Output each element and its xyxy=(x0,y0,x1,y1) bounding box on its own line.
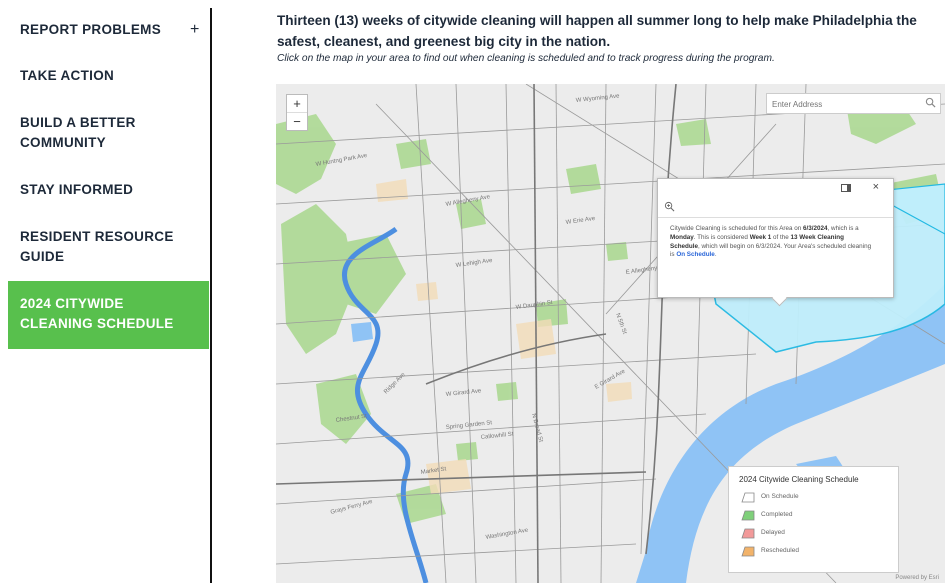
nav-stay-informed-label: STAY INFORMED xyxy=(20,182,134,197)
sidebar-nav: REPORT PROBLEMS + TAKE ACTION BUILD A BE… xyxy=(0,0,210,583)
nav-take-action-label: TAKE ACTION xyxy=(20,68,115,83)
zoom-in-button[interactable]: + xyxy=(287,95,307,112)
legend-label: Completed xyxy=(761,511,793,518)
popup-text: . xyxy=(714,251,717,259)
address-search[interactable] xyxy=(766,93,941,114)
legend-swatch-icon xyxy=(741,528,755,539)
nav-stay-informed[interactable]: STAY INFORMED xyxy=(20,180,133,200)
nav-cleaning-schedule-active[interactable]: 2024 CITYWIDE CLEANING SCHEDULE xyxy=(8,281,209,349)
nav-active-label-1: 2024 CITYWIDE xyxy=(20,296,124,311)
popup-text: . This is considered xyxy=(693,233,750,241)
zoom-out-button[interactable]: − xyxy=(287,112,307,130)
legend-label: Delayed xyxy=(761,529,785,536)
legend-label: On Schedule xyxy=(761,493,799,500)
nav-active-label-2: CLEANING SCHEDULE xyxy=(20,316,174,331)
nav-resource-label-2: GUIDE xyxy=(20,249,65,264)
intro-line-2: safest, cleanest, and greenest big city … xyxy=(277,34,611,49)
sidebar-divider xyxy=(210,8,212,583)
search-icon[interactable] xyxy=(925,97,936,108)
legend-swatch-icon xyxy=(741,546,755,557)
nav-build-label-2: COMMUNITY xyxy=(20,135,106,150)
popup-body: Citywide Cleaning is scheduled for this … xyxy=(670,225,875,260)
legend-swatch-icon xyxy=(741,510,755,521)
dock-icon[interactable] xyxy=(841,184,851,192)
popup-header: × xyxy=(658,179,893,197)
intro-heading: Thirteen (13) weeks of citywide cleaning… xyxy=(277,10,945,52)
nav-build-label-1: BUILD A BETTER xyxy=(20,115,136,130)
popup-divider xyxy=(658,217,893,218)
nav-resident-resource-guide[interactable]: RESIDENT RESOURCE GUIDE xyxy=(20,227,174,267)
popup-text: , which is a xyxy=(827,225,859,232)
nav-report-problems[interactable]: REPORT PROBLEMS + xyxy=(20,20,199,40)
popup-day: Monday xyxy=(670,233,694,241)
nav-build-better-community[interactable]: BUILD A BETTER COMMUNITY xyxy=(20,113,136,153)
legend-label: Rescheduled xyxy=(761,547,799,554)
nav-resource-label-1: RESIDENT RESOURCE xyxy=(20,229,174,244)
popup-text: of the xyxy=(771,233,791,241)
zoom-control: + − xyxy=(286,94,308,131)
expand-plus-icon[interactable]: + xyxy=(190,20,200,40)
cleaning-schedule-map[interactable]: W Huntng Park Ave W Allegheny Ave W Erie… xyxy=(276,84,945,583)
area-info-popup: × Citywide Cleaning is scheduled for thi… xyxy=(657,178,894,307)
intro-line-1: Thirteen (13) weeks of citywide cleaning… xyxy=(277,13,917,28)
zoom-to-icon[interactable] xyxy=(664,201,675,212)
popup-week: Week 1 xyxy=(749,233,772,241)
popup-text: Citywide Cleaning is scheduled for this … xyxy=(670,225,804,232)
close-icon[interactable]: × xyxy=(873,181,879,193)
address-search-input[interactable] xyxy=(767,96,902,113)
esri-attribution: Powered by Esri xyxy=(895,575,939,581)
nav-take-action[interactable]: TAKE ACTION xyxy=(20,66,114,86)
legend-title: 2024 Citywide Cleaning Schedule xyxy=(739,475,859,484)
popup-status: On Schedule xyxy=(676,251,715,259)
legend-swatch-icon xyxy=(741,492,755,503)
map-legend: 2024 Citywide Cleaning Schedule On Sched… xyxy=(728,466,899,573)
popup-date: 6/3/2024 xyxy=(803,225,828,232)
nav-report-problems-label: REPORT PROBLEMS xyxy=(20,22,162,37)
map-instructions: Click on the map in your area to find ou… xyxy=(277,53,775,64)
